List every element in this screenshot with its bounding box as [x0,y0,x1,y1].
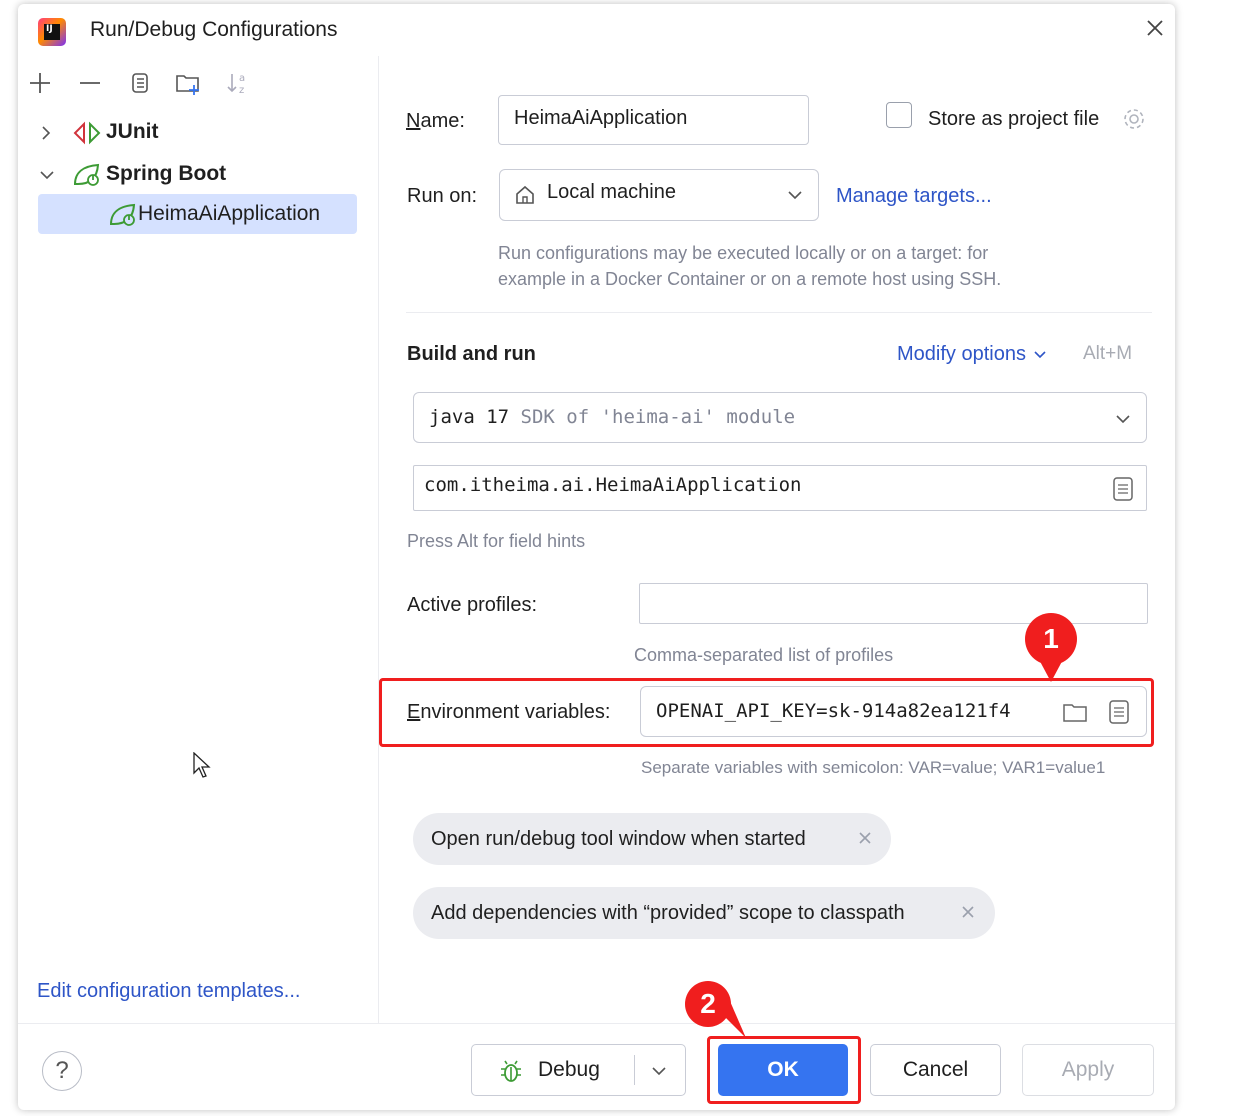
tree-label-spring-boot: Spring Boot [106,162,227,185]
bug-icon [501,1060,521,1082]
cancel-button[interactable]: Cancel [870,1044,1001,1096]
option-chip-provided-scope: Add dependencies with “provided” scope t… [413,887,995,939]
run-on-select[interactable]: Local machine [499,169,819,221]
main-class-value: com.itheima.ai.HeimaAiApplication [424,474,802,496]
environment-variables-hint: Separate variables with semicolon: VAR=v… [641,758,1106,777]
modify-options-label: Modify options [897,343,1026,365]
run-on-label: Run on: [407,185,478,207]
chevron-down-icon[interactable] [38,166,56,184]
option-chip-open-tool-window: Open run/debug tool window when started [413,813,891,865]
name-input-value: HeimaAiApplication [514,107,688,129]
manage-targets-link[interactable]: Manage targets... [836,185,992,208]
run-debug-dialog: IJ Run/Debug Configurations a z JUnit Sp… [18,4,1175,1110]
tree-item-spring-boot[interactable]: Spring Boot [18,156,378,194]
chevron-right-icon[interactable] [38,124,54,142]
build-and-run-heading: Build and run [407,343,536,365]
add-icon[interactable] [26,69,54,97]
spring-boot-icon [109,203,136,226]
title-bar: IJ Run/Debug Configurations [18,4,1175,56]
help-button[interactable]: ? [42,1051,82,1091]
chevron-down-icon [788,191,802,200]
store-as-project-file-checkbox[interactable] [886,102,912,128]
annotation-highlight-ok [707,1036,861,1104]
name-label: Name: [406,110,465,132]
modify-options-shortcut: Alt+M [1083,343,1133,364]
store-as-project-file-label: Store as project file [928,108,1100,130]
chevron-down-icon [1116,415,1130,424]
annotation-highlight-env [379,678,1154,747]
svg-text:a: a [239,73,245,84]
annotation-marker-2: 2 [685,981,731,1027]
run-on-hint-line-1: Run configurations may be executed local… [498,243,989,263]
copy-icon[interactable] [126,69,154,97]
option-chip-label: Add dependencies with “provided” scope t… [431,902,905,924]
jdk-detail: SDK of 'heima-ai' module [520,406,796,428]
active-profiles-hint: Comma-separated list of profiles [634,645,894,665]
active-profiles-label: Active profiles: [407,594,538,616]
jdk-select[interactable]: java 17 SDK of 'heima-ai' module [413,392,1147,443]
remove-icon[interactable] [76,69,104,97]
configuration-form: Name: HeimaAiApplication Store as projec… [379,56,1175,1023]
split-divider [634,1055,635,1085]
run-on-value: Local machine [547,181,676,203]
jdk-select-value: java 17 SDK of 'heima-ai' module [429,406,795,428]
browse-document-icon[interactable] [1112,476,1134,502]
spring-boot-icon [73,163,100,186]
tree-label-junit: JUnit [106,120,159,143]
main-class-input[interactable]: com.itheima.ai.HeimaAiApplication [413,465,1147,511]
chevron-down-icon[interactable] [650,1063,668,1079]
tree-label-heima-ai-application: HeimaAiApplication [138,202,321,225]
jdk-version: java 17 [429,406,510,428]
modify-options-link[interactable]: Modify options [897,343,1048,366]
tree-item-junit[interactable]: JUnit [18,114,378,152]
debug-button-group: Debug [471,1044,686,1096]
close-icon[interactable] [959,903,977,921]
name-input[interactable]: HeimaAiApplication [498,95,809,145]
close-icon[interactable] [856,829,874,847]
name-label-rest: ame: [420,110,465,132]
configurations-sidebar: a z JUnit Spring Boot HeimaAiApplication… [18,56,379,1023]
tree-item-heima-ai-application[interactable]: HeimaAiApplication [18,194,378,234]
sort-icon[interactable]: a z [224,69,252,97]
intellij-logo-icon: IJ [38,18,66,46]
option-chip-label: Open run/debug tool window when started [431,828,806,850]
annotation-marker-1: 1 [1025,613,1077,665]
field-hints-text: Press Alt for field hints [407,531,586,551]
home-icon [516,185,534,204]
chevron-down-icon [1033,351,1046,358]
dialog-footer: ? Debug OK Cancel Apply [18,1023,1175,1110]
gear-icon[interactable] [1121,106,1147,132]
mouse-cursor-icon [193,752,211,778]
debug-button[interactable]: Debug [538,1045,600,1095]
apply-button[interactable]: Apply [1022,1044,1154,1096]
edit-configuration-templates-link[interactable]: Edit configuration templates... [37,980,300,1003]
run-on-hint-line-2: example in a Docker Container or on a re… [498,269,1002,289]
svg-text:z: z [239,85,244,96]
junit-icon [73,121,101,145]
divider [406,312,1152,313]
new-folder-icon[interactable] [174,69,202,97]
close-icon[interactable] [1141,14,1169,42]
window-title: Run/Debug Configurations [90,18,338,41]
